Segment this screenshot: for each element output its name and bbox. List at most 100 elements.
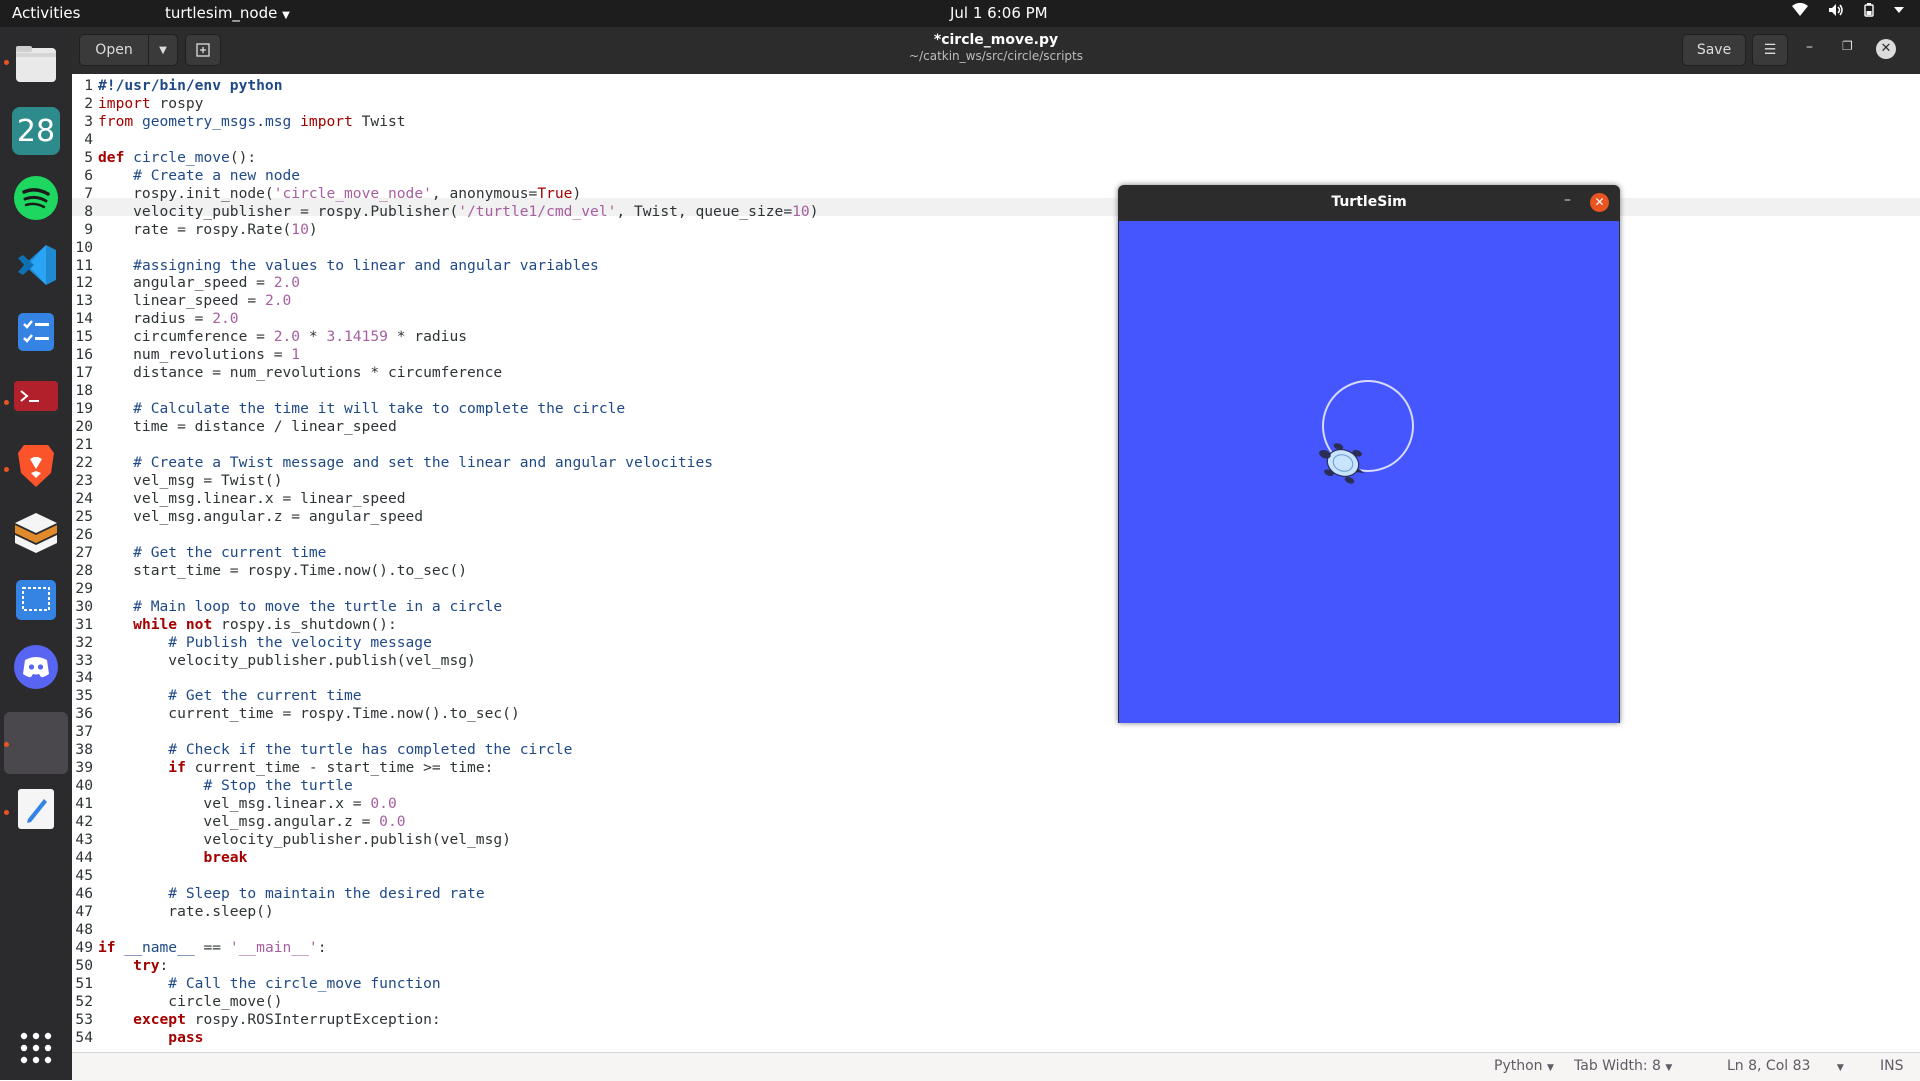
code-text[interactable]: # Main loop to move the turtle in a circ… <box>96 598 502 616</box>
code-text[interactable] <box>96 526 98 544</box>
code-text[interactable]: rospy.init_node('circle_move_node', anon… <box>96 185 581 203</box>
minimize-button[interactable]: – <box>1806 39 1813 55</box>
code-line[interactable]: 5 def circle_move(): <box>72 149 819 167</box>
code-text[interactable]: if __name__ == '__main__': <box>96 939 327 957</box>
code-text[interactable]: # Call the circle_move function <box>96 975 440 993</box>
code-text[interactable]: rate = rospy.Rate(10) <box>96 221 318 239</box>
maximize-button[interactable]: ❐ <box>1842 39 1853 53</box>
code-line[interactable]: 19 # Calculate the time it will take to … <box>72 400 819 418</box>
code-line[interactable]: 53 except rospy.ROSInterruptException: <box>72 1011 819 1029</box>
code-line[interactable]: 43 velocity_publisher.publish(vel_msg) <box>72 831 819 849</box>
code-text[interactable]: rate.sleep() <box>96 903 273 921</box>
turtlesim-close-button[interactable]: ✕ <box>1590 193 1609 212</box>
code-text[interactable]: try: <box>96 957 168 975</box>
code-line[interactable]: 54 pass <box>72 1029 819 1047</box>
code-line[interactable]: 51 # Call the circle_move function <box>72 975 819 993</box>
code-line[interactable]: 8 velocity_publisher = rospy.Publisher('… <box>72 203 818 221</box>
code-line[interactable]: 25 vel_msg.angular.z = angular_speed <box>72 508 819 526</box>
code-line[interactable]: 40 # Stop the turtle <box>72 777 819 795</box>
code-line[interactable]: 42 vel_msg.angular.z = 0.0 <box>72 813 819 831</box>
code-text[interactable]: vel_msg.linear.x = linear_speed <box>96 490 405 508</box>
active-app-highlight[interactable] <box>4 712 68 774</box>
app-grid-icon[interactable] <box>12 1024 60 1072</box>
code-editor[interactable]: 1 #!/usr/bin/env python 2 import rospy 3 from… <box>72 74 1920 1052</box>
calendar-icon[interactable]: 28 <box>12 107 60 155</box>
code-line[interactable]: 32 # Publish the velocity message <box>72 634 819 652</box>
sublime-icon[interactable] <box>12 509 60 557</box>
code-text[interactable]: # Get the current time <box>96 687 361 705</box>
code-text[interactable]: # Create a new node <box>96 167 300 185</box>
code-line[interactable]: 30 # Main loop to move the turtle in a c… <box>72 598 819 616</box>
spotify-icon[interactable] <box>12 174 60 222</box>
code-line[interactable]: 12 angular_speed = 2.0 <box>72 274 819 292</box>
turtlesim-title-bar[interactable]: TurtleSim – ✕ <box>1118 185 1620 221</box>
code-line[interactable]: 31 while not rospy.is_shutdown(): <box>72 616 819 634</box>
code-text[interactable] <box>96 131 98 149</box>
code-line[interactable]: 13 linear_speed = 2.0 <box>72 292 819 310</box>
code-line[interactable]: 17 distance = num_revolutions * circumfe… <box>72 364 819 382</box>
code-line[interactable]: 1 #!/usr/bin/env python <box>72 77 819 95</box>
cursor-position-selector[interactable]: Ln 8, Col 83 ▼ <box>1727 1058 1844 1074</box>
code-line[interactable]: 46 # Sleep to maintain the desired rate <box>72 885 819 903</box>
code-line[interactable]: 4 <box>72 131 819 149</box>
code-lines[interactable]: 1 #!/usr/bin/env python 2 import rospy 3 from… <box>72 77 819 1047</box>
code-text[interactable] <box>96 239 98 257</box>
open-dropdown-button[interactable]: ▼ <box>148 34 178 66</box>
code-line[interactable]: 29 <box>72 580 819 598</box>
code-text[interactable] <box>96 382 98 400</box>
files-icon[interactable] <box>12 40 60 88</box>
code-text[interactable]: # Check if the turtle has completed the … <box>96 741 572 759</box>
code-text[interactable]: #!/usr/bin/env python <box>96 77 283 95</box>
turtlesim-minimize-button[interactable]: – <box>1564 192 1571 208</box>
app-menu[interactable]: turtlesim_node ▼ <box>165 4 290 22</box>
code-text[interactable] <box>96 580 98 598</box>
code-line[interactable]: 22 # Create a Twist message and set the … <box>72 454 819 472</box>
code-line[interactable]: 47 rate.sleep() <box>72 903 819 921</box>
code-text[interactable]: # Create a Twist message and set the lin… <box>96 454 713 472</box>
code-line[interactable]: 2 import rospy <box>72 95 819 113</box>
code-text[interactable]: from geometry_msgs.msg import Twist <box>96 113 406 131</box>
code-text[interactable]: def circle_move(): <box>96 149 256 167</box>
vscode-icon[interactable] <box>12 241 60 289</box>
close-button[interactable]: ✕ <box>1876 39 1896 59</box>
code-line[interactable]: 10 <box>72 239 819 257</box>
code-text[interactable]: vel_msg.angular.z = angular_speed <box>96 508 423 526</box>
code-line[interactable]: 36 current_time = rospy.Time.now().to_se… <box>72 705 819 723</box>
code-line[interactable]: 39 if current_time - start_time >= time: <box>72 759 819 777</box>
code-text[interactable] <box>96 723 98 741</box>
brave-icon[interactable] <box>12 442 60 490</box>
code-text[interactable]: radius = 2.0 <box>96 310 238 328</box>
discord-icon[interactable] <box>12 643 60 691</box>
code-text[interactable]: break <box>96 849 247 867</box>
code-line[interactable]: 21 <box>72 436 819 454</box>
code-text[interactable]: circle_move() <box>96 993 282 1011</box>
code-line[interactable]: 52 circle_move() <box>72 993 819 1011</box>
code-text[interactable]: distance = num_revolutions * circumferen… <box>96 364 502 382</box>
code-line[interactable]: 44 break <box>72 849 819 867</box>
turtlesim-window[interactable]: TurtleSim – ✕ <box>1118 185 1620 723</box>
code-text[interactable]: #assigning the values to linear and angu… <box>96 257 599 275</box>
code-text[interactable]: velocity_publisher.publish(vel_msg) <box>96 652 476 670</box>
code-text[interactable] <box>96 436 98 454</box>
text-editor-icon[interactable] <box>12 785 60 833</box>
code-line[interactable]: 24 vel_msg.linear.x = linear_speed <box>72 490 819 508</box>
code-text[interactable] <box>96 921 98 939</box>
code-text[interactable]: velocity_publisher = rospy.Publisher('/t… <box>96 203 818 221</box>
code-text[interactable] <box>96 867 98 885</box>
code-line[interactable]: 28 start_time = rospy.Time.now().to_sec(… <box>72 562 819 580</box>
system-tray[interactable] <box>1792 3 1904 17</box>
code-line[interactable]: 41 vel_msg.linear.x = 0.0 <box>72 795 819 813</box>
tab-width-selector[interactable]: Tab Width: 8 ▼ <box>1574 1058 1672 1074</box>
code-text[interactable]: # Get the current time <box>96 544 326 562</box>
code-line[interactable]: 33 velocity_publisher.publish(vel_msg) <box>72 652 819 670</box>
terminal-icon[interactable] <box>12 375 60 423</box>
code-text[interactable]: # Sleep to maintain the desired rate <box>96 885 484 903</box>
code-text[interactable]: current_time = rospy.Time.now().to_sec() <box>96 705 519 723</box>
code-line[interactable]: 16 num_revolutions = 1 <box>72 346 819 364</box>
save-button[interactable]: Save <box>1682 34 1746 66</box>
code-line[interactable]: 50 try: <box>72 957 819 975</box>
code-line[interactable]: 9 rate = rospy.Rate(10) <box>72 221 819 239</box>
code-text[interactable]: vel_msg.angular.z = 0.0 <box>96 813 405 831</box>
code-text[interactable]: num_revolutions = 1 <box>96 346 300 364</box>
code-line[interactable]: 38 # Check if the turtle has completed t… <box>72 741 819 759</box>
